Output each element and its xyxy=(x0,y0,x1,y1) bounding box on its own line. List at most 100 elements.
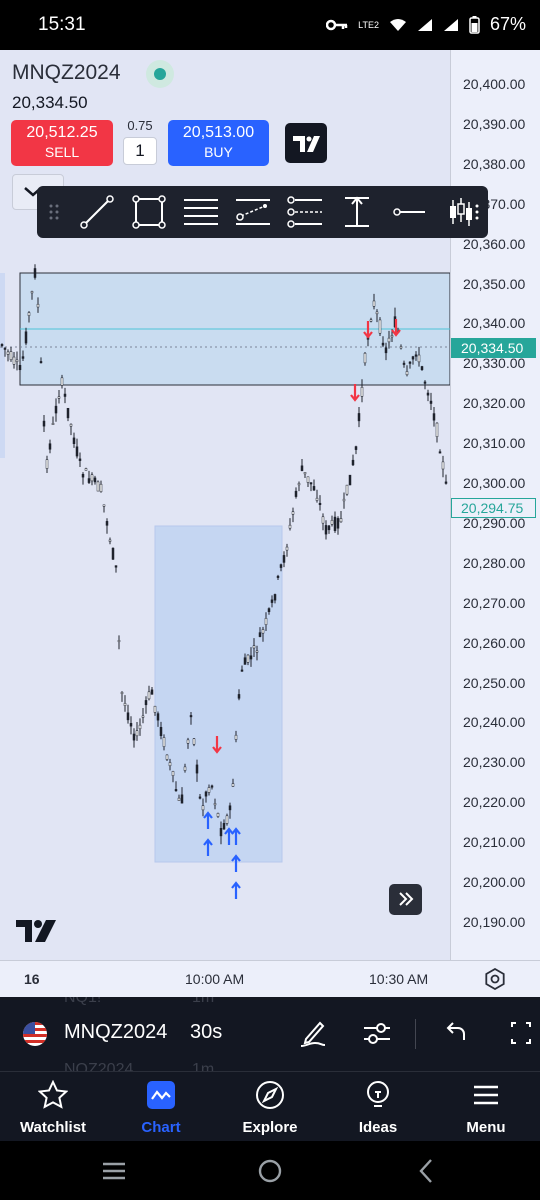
candle xyxy=(231,783,235,787)
time-label-1030: 10:30 AM xyxy=(369,971,429,987)
candle xyxy=(48,443,52,450)
candle xyxy=(261,629,265,634)
current-price-tag: 20,334.50 xyxy=(451,338,536,358)
candle xyxy=(180,794,184,804)
candle xyxy=(249,655,253,660)
tradingview-logo-button[interactable] xyxy=(285,123,327,163)
candle xyxy=(108,539,112,542)
candle xyxy=(282,555,286,563)
drawing-tools-button[interactable] xyxy=(298,1017,328,1054)
candle xyxy=(42,420,46,427)
candle xyxy=(270,599,274,603)
candle xyxy=(411,356,415,360)
horizontal-ray-icon[interactable] xyxy=(387,186,431,238)
candle xyxy=(402,362,406,365)
nav-watchlist[interactable]: Watchlist xyxy=(3,1072,103,1142)
clock: 15:31 xyxy=(38,14,86,35)
nav-menu[interactable]: Menu xyxy=(436,1072,536,1142)
candle xyxy=(156,713,160,721)
candle xyxy=(0,344,4,347)
indicators-button[interactable] xyxy=(362,1017,392,1054)
trend-line-icon[interactable] xyxy=(75,186,119,238)
sliders-icon xyxy=(364,1023,390,1044)
nav-explore[interactable]: Explore xyxy=(220,1072,320,1142)
bottom-interval[interactable]: 30s xyxy=(190,1021,222,1044)
time-axis[interactable]: 16 10:00 AM 10:30 AM xyxy=(0,960,540,997)
price-axis-label: 20,230.00 xyxy=(463,754,526,771)
candle xyxy=(144,700,148,706)
candle xyxy=(105,521,109,526)
candle xyxy=(27,312,31,316)
time-label-1000: 10:00 AM xyxy=(185,971,245,987)
system-navigation[interactable] xyxy=(0,1141,540,1200)
price-axis-label: 20,280.00 xyxy=(463,554,526,571)
market-status-dot[interactable] xyxy=(146,60,174,88)
candle xyxy=(21,356,25,359)
candle xyxy=(339,518,343,523)
home-icon[interactable] xyxy=(256,1157,284,1185)
symbol-strip[interactable]: NQ1! 1m MNQZ2024 30s NQZ2024 1m xyxy=(0,997,540,1071)
sell-button[interactable]: 20,512.25 SELL xyxy=(11,120,113,166)
price-axis-label: 20,200.00 xyxy=(463,874,526,890)
lightbulb-icon xyxy=(367,1081,389,1107)
drawing-toolbar[interactable] xyxy=(37,186,488,238)
candle xyxy=(240,669,244,672)
candle xyxy=(96,481,100,492)
candle xyxy=(423,381,427,384)
symbol-title[interactable]: MNQZ2024 xyxy=(12,61,121,85)
quantity-input[interactable]: 1 xyxy=(123,137,157,165)
candle xyxy=(51,422,55,425)
bottom-symbol[interactable]: MNQZ2024 xyxy=(64,1021,167,1044)
indicator-icon[interactable] xyxy=(439,186,483,238)
chart-settings-button[interactable] xyxy=(484,967,506,995)
star-icon xyxy=(38,1080,68,1109)
candle xyxy=(384,347,388,354)
price-axis-label: 20,190.00 xyxy=(463,913,526,930)
nav-label-watchlist: Watchlist xyxy=(19,1119,87,1136)
price-range-icon[interactable] xyxy=(335,186,379,238)
back-icon[interactable] xyxy=(416,1157,436,1185)
candle xyxy=(69,423,73,427)
candle xyxy=(174,789,178,792)
candle xyxy=(159,727,163,736)
buy-signal-arrow xyxy=(231,854,241,872)
candle xyxy=(291,511,295,515)
demand-zone[interactable] xyxy=(154,525,283,863)
bottom-navigation[interactable]: Watchlist Chart Explore Ideas Menu xyxy=(0,1071,540,1142)
scroll-to-realtime-button[interactable] xyxy=(389,884,422,915)
candle xyxy=(363,352,367,364)
buy-button[interactable]: 20,513.00 BUY xyxy=(168,120,269,166)
nav-label-explore: Explore xyxy=(242,1119,298,1136)
parallel-channel-icon[interactable] xyxy=(231,186,275,238)
candle xyxy=(237,694,241,699)
ghost-interval-top: 1m xyxy=(192,997,215,1006)
candle xyxy=(138,724,142,730)
candle xyxy=(228,805,232,811)
horizontal-lines-icon[interactable] xyxy=(179,186,223,238)
price-axis-label: 20,220.00 xyxy=(463,794,526,811)
recents-icon[interactable] xyxy=(100,1159,128,1183)
buy-price: 20,513.00 xyxy=(182,124,255,141)
wifi-icon xyxy=(389,18,406,31)
candle xyxy=(420,366,424,371)
fullscreen-button[interactable] xyxy=(508,1017,534,1054)
candle xyxy=(114,565,118,568)
us-flag-icon xyxy=(23,1022,47,1046)
undo-button[interactable] xyxy=(442,1017,468,1054)
chart-area[interactable]: 20,400.00 20,390.00 20,380.00 20,370.00 20,3… xyxy=(0,50,540,997)
candle xyxy=(81,473,85,478)
candle xyxy=(312,486,316,491)
candle xyxy=(213,803,217,806)
candle xyxy=(147,691,151,700)
nav-ideas[interactable]: Ideas xyxy=(328,1072,428,1142)
candle xyxy=(294,490,298,497)
rectangle-icon[interactable] xyxy=(127,186,171,238)
ghost-symbol-bottom: NQZ2024 xyxy=(64,1061,134,1071)
network-label: LTE2 xyxy=(358,19,379,30)
candle xyxy=(60,377,64,386)
pitchfork-icon[interactable] xyxy=(283,186,327,238)
battery-icon xyxy=(469,15,480,34)
pen-icon xyxy=(300,1021,326,1047)
candle xyxy=(168,762,172,767)
nav-chart[interactable]: Chart xyxy=(111,1072,211,1142)
